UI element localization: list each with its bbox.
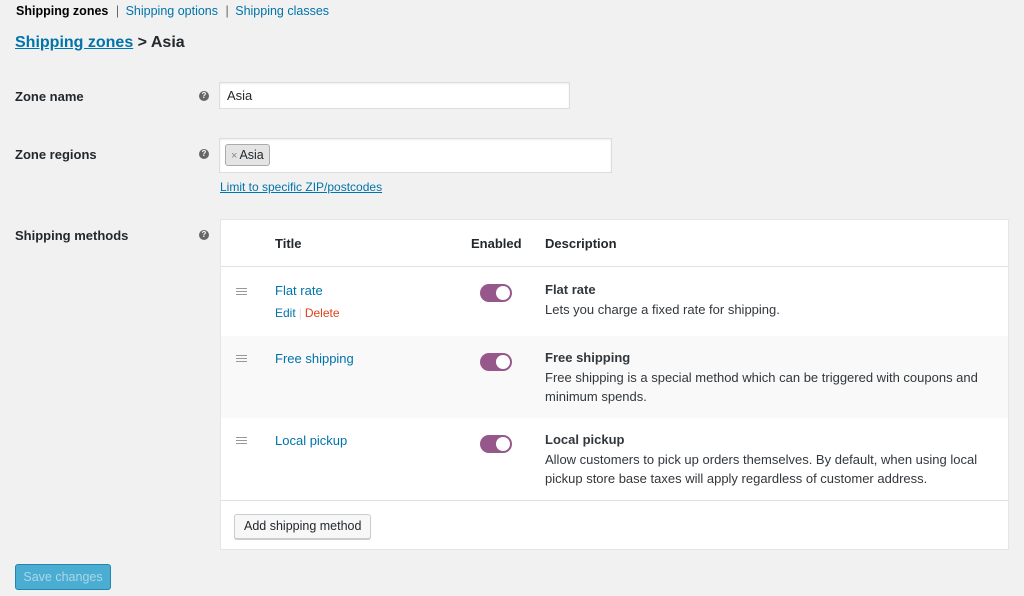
column-description: Description [545,236,617,251]
table-row: Free shipping Free shipping Free shippin… [221,336,1008,418]
drag-handle-icon[interactable] [236,288,247,295]
edit-link[interactable]: Edit [275,306,296,320]
save-changes-button[interactable]: Save changes [15,564,111,590]
drag-handle-icon[interactable] [236,437,247,444]
help-icon[interactable]: ? [199,230,209,240]
method-title-link[interactable]: Flat rate [275,283,323,298]
description-title: Flat rate [545,282,596,297]
limit-postcodes-link[interactable]: Limit to specific ZIP/postcodes [220,180,382,194]
action-separator: | [298,306,302,320]
shipping-subnav: Shipping zones | Shipping options | Ship… [16,4,329,18]
region-chip: × Asia [225,144,270,166]
table-footer: Add shipping method [221,500,1008,550]
subnav-separator: | [115,4,120,18]
description-title: Free shipping [545,350,631,365]
column-enabled: Enabled [471,236,522,251]
subnav-separator: | [225,4,229,18]
description-text: Free shipping is a special method which … [545,370,978,404]
column-title: Title [275,236,302,251]
shipping-methods-table: Title Enabled Description Flat rate Edit… [220,219,1009,550]
help-icon[interactable]: ? [199,91,209,101]
zone-name-input[interactable]: Asia [219,82,570,109]
drag-handle-icon[interactable] [236,355,247,362]
breadcrumb-separator: > [137,34,148,51]
subnav-shipping-zones[interactable]: Shipping zones [16,4,108,18]
zone-regions-input[interactable]: × Asia [219,138,612,173]
method-description: Local pickup Allow customers to pick up … [545,430,985,488]
row-actions: Edit | Delete [275,306,340,320]
method-description: Flat rate Lets you charge a fixed rate f… [545,280,985,319]
delete-link[interactable]: Delete [305,306,340,320]
description-text: Lets you charge a fixed rate for shippin… [545,302,780,317]
zone-regions-label: Zone regions [15,147,97,162]
subnav-shipping-classes[interactable]: Shipping classes [235,4,329,18]
method-title-link[interactable]: Local pickup [275,433,347,448]
enabled-toggle[interactable] [480,353,512,371]
zone-name-label: Zone name [15,89,84,104]
shipping-methods-label: Shipping methods [15,228,129,243]
description-text: Allow customers to pick up orders themse… [545,452,978,486]
breadcrumb-current: Asia [150,34,185,51]
add-shipping-method-button[interactable]: Add shipping method [234,514,372,539]
method-title-link[interactable]: Free shipping [275,351,354,366]
help-icon[interactable]: ? [199,149,209,159]
table-row: Local pickup Local pickup Allow customer… [221,418,1008,500]
method-description: Free shipping Free shipping is a special… [545,348,985,406]
description-title: Local pickup [545,432,625,447]
remove-chip-icon[interactable]: × [231,150,237,162]
region-chip-label: Asia [239,148,264,162]
enabled-toggle[interactable] [480,435,512,453]
enabled-toggle[interactable] [480,284,512,302]
subnav-shipping-options[interactable]: Shipping options [126,4,218,18]
breadcrumb: Shipping zones > Asia [15,34,185,52]
table-header: Title Enabled Description [221,220,1008,267]
table-row: Flat rate Edit | Delete Flat rate Lets you… [221,267,1008,336]
breadcrumb-shipping-zones-link[interactable]: Shipping zones [15,34,133,51]
